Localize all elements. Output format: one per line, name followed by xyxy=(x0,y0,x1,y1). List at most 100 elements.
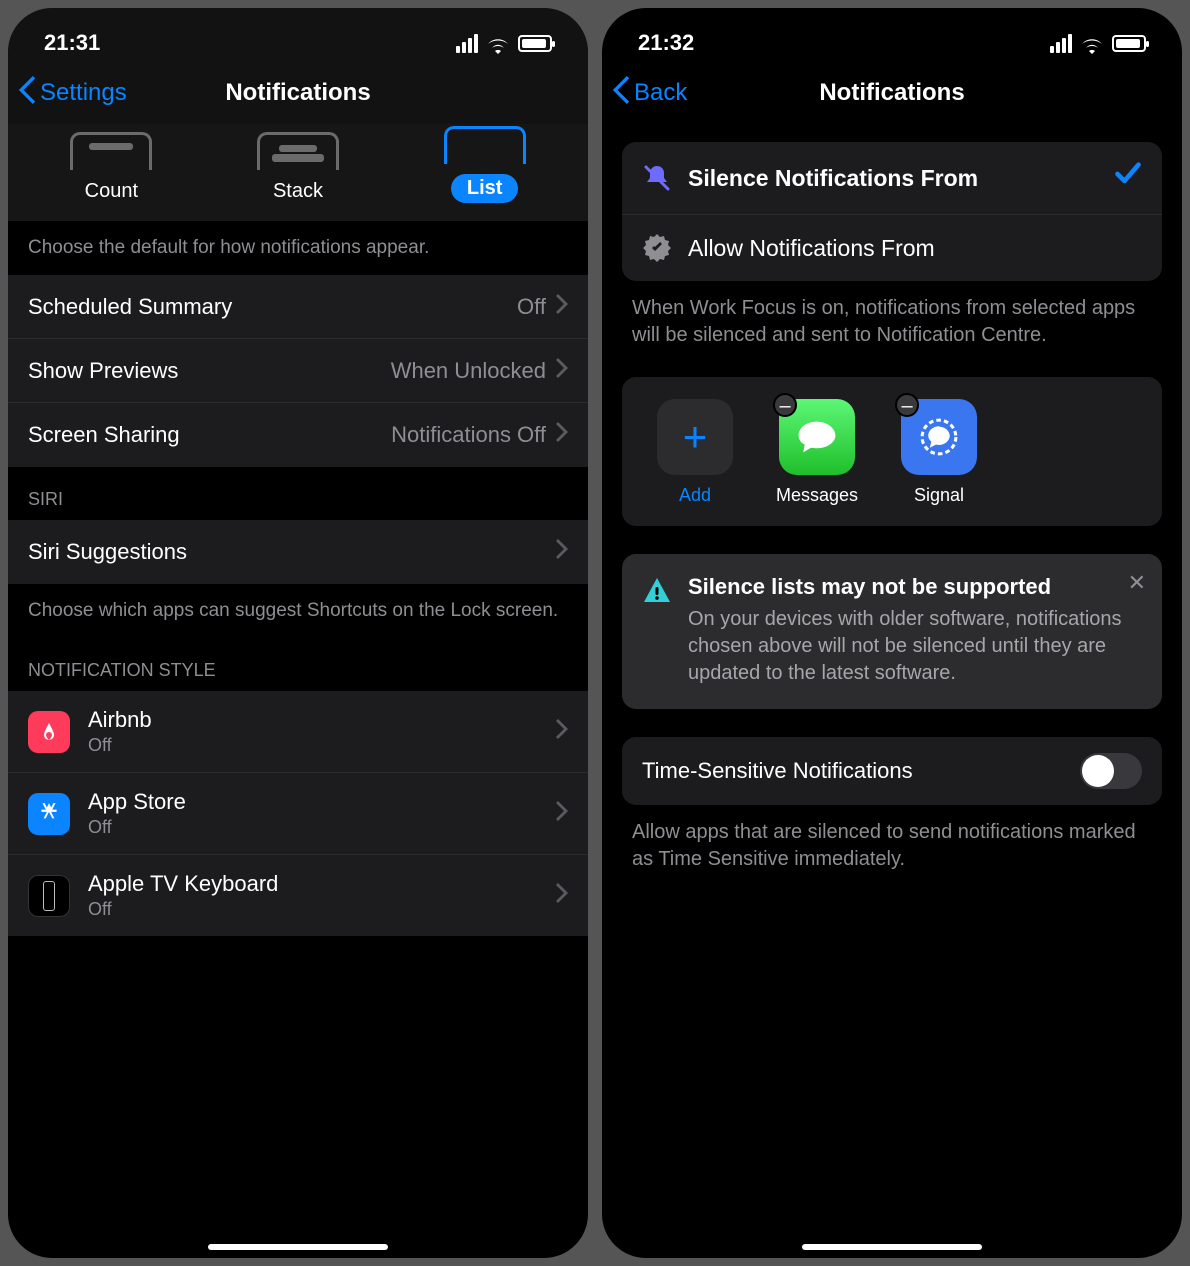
row-label: Screen Sharing xyxy=(28,422,180,448)
cellular-icon xyxy=(456,34,478,53)
time-sensitive-footer: Allow apps that are silenced to send not… xyxy=(602,805,1182,933)
chevron-right-icon xyxy=(556,539,568,565)
row-value: Notifications Off xyxy=(391,422,546,448)
app-row-appletvkeyboard[interactable]: Apple TV Keyboard Off xyxy=(8,855,588,936)
messages-icon: – xyxy=(779,399,855,475)
status-right xyxy=(456,34,552,53)
chevron-right-icon xyxy=(556,801,568,827)
row-label: Siri Suggestions xyxy=(28,539,187,565)
close-icon[interactable]: ✕ xyxy=(1128,570,1146,596)
warning-icon xyxy=(642,576,672,606)
list-graphic xyxy=(444,126,526,164)
airbnb-icon xyxy=(28,711,70,753)
row-value: Off xyxy=(517,294,546,320)
plus-icon: + xyxy=(657,399,733,475)
status-right xyxy=(1050,34,1146,53)
count-graphic xyxy=(70,132,152,170)
add-app-button[interactable]: + Add xyxy=(650,399,740,506)
selected-apps-group: + Add – Messages – Signal xyxy=(622,377,1162,526)
display-as-count-label: Count xyxy=(85,180,138,203)
remove-app-button[interactable]: – xyxy=(773,393,797,417)
app-sub: Off xyxy=(88,899,278,920)
checkmark-seal-icon xyxy=(642,233,672,263)
back-button[interactable]: Back xyxy=(612,76,687,111)
time-sensitive-switch[interactable] xyxy=(1080,753,1142,789)
status-bar: 21:31 xyxy=(8,8,588,64)
warning-title: Silence lists may not be supported xyxy=(688,574,1142,600)
section-header-style: NOTIFICATION STYLE xyxy=(8,638,588,691)
siri-footer: Choose which apps can suggest Shortcuts … xyxy=(8,584,588,638)
row-time-sensitive: Time-Sensitive Notifications xyxy=(622,737,1162,805)
chevron-left-icon xyxy=(612,76,630,111)
mode-group: Silence Notifications From Allow Notific… xyxy=(622,142,1162,281)
remove-app-button[interactable]: – xyxy=(895,393,919,417)
appstore-icon xyxy=(28,793,70,835)
chevron-right-icon xyxy=(556,294,568,320)
row-label: Time-Sensitive Notifications xyxy=(642,758,913,784)
row-silence-from[interactable]: Silence Notifications From xyxy=(622,142,1162,215)
nav-bar: Back Notifications xyxy=(602,64,1182,124)
display-as-footer: Choose the default for how notifications… xyxy=(8,221,588,275)
app-tile-signal[interactable]: – Signal xyxy=(894,399,984,506)
display-as-list[interactable]: List xyxy=(444,126,526,203)
status-time: 21:32 xyxy=(638,30,694,56)
display-as-list-label: List xyxy=(451,174,519,203)
back-button[interactable]: Settings xyxy=(18,76,127,111)
app-sub: Off xyxy=(88,735,152,756)
chevron-left-icon xyxy=(18,76,36,111)
back-label: Back xyxy=(634,79,687,107)
app-tile-label: Signal xyxy=(914,485,964,506)
app-name: App Store xyxy=(88,789,186,815)
app-sub: Off xyxy=(88,817,186,838)
chevron-right-icon xyxy=(556,883,568,909)
signal-icon: – xyxy=(901,399,977,475)
status-time: 21:31 xyxy=(44,30,100,56)
status-bar: 21:32 xyxy=(602,8,1182,64)
app-name: Airbnb xyxy=(88,707,152,733)
tvremote-icon xyxy=(28,875,70,917)
chevron-right-icon xyxy=(556,422,568,448)
row-label: Show Previews xyxy=(28,358,178,384)
add-label: Add xyxy=(679,485,711,506)
app-name: Apple TV Keyboard xyxy=(88,871,278,897)
row-label: Allow Notifications From xyxy=(688,235,935,262)
checkmark-icon xyxy=(1114,160,1142,196)
row-label: Silence Notifications From xyxy=(688,165,978,192)
wifi-icon xyxy=(1080,34,1104,52)
stack-graphic xyxy=(257,132,339,170)
back-label: Settings xyxy=(40,79,127,107)
siri-group: Siri Suggestions xyxy=(8,520,588,584)
app-row-airbnb[interactable]: Airbnb Off xyxy=(8,691,588,773)
display-as-picker: Count Stack List xyxy=(8,124,588,221)
app-tile-messages[interactable]: – Messages xyxy=(772,399,862,506)
wifi-icon xyxy=(486,34,510,52)
row-screen-sharing[interactable]: Screen Sharing Notifications Off xyxy=(8,403,588,467)
section-header-siri: SIRI xyxy=(8,467,588,520)
battery-icon xyxy=(1112,35,1146,52)
cellular-icon xyxy=(1050,34,1072,53)
row-value: When Unlocked xyxy=(391,358,546,384)
chevron-right-icon xyxy=(556,358,568,384)
mode-footer: When Work Focus is on, notifications fro… xyxy=(602,281,1182,349)
notification-settings-group: Scheduled Summary Off Show Previews When… xyxy=(8,275,588,467)
row-label: Scheduled Summary xyxy=(28,294,232,320)
page-title: Notifications xyxy=(602,79,1182,107)
app-row-appstore[interactable]: App Store Off xyxy=(8,773,588,855)
home-indicator[interactable] xyxy=(208,1244,388,1250)
notification-style-list: Airbnb Off App Store Off xyxy=(8,691,588,936)
app-tile-label: Messages xyxy=(776,485,858,506)
battery-icon xyxy=(518,35,552,52)
warning-card: ✕ Silence lists may not be supported On … xyxy=(622,554,1162,709)
nav-bar: Settings Notifications xyxy=(8,64,588,124)
right-screenshot: 21:32 Back Notifications Silence Notific… xyxy=(602,8,1182,1258)
row-show-previews[interactable]: Show Previews When Unlocked xyxy=(8,339,588,403)
left-screenshot: 21:31 Settings Notifications Count Stack xyxy=(8,8,588,1258)
row-allow-from[interactable]: Allow Notifications From xyxy=(622,215,1162,281)
home-indicator[interactable] xyxy=(802,1244,982,1250)
display-as-count[interactable]: Count xyxy=(70,132,152,203)
row-siri-suggestions[interactable]: Siri Suggestions xyxy=(8,520,588,584)
display-as-stack[interactable]: Stack xyxy=(257,132,339,203)
bell-slash-icon xyxy=(642,163,672,193)
warning-message: On your devices with older software, not… xyxy=(688,606,1142,687)
row-scheduled-summary[interactable]: Scheduled Summary Off xyxy=(8,275,588,339)
